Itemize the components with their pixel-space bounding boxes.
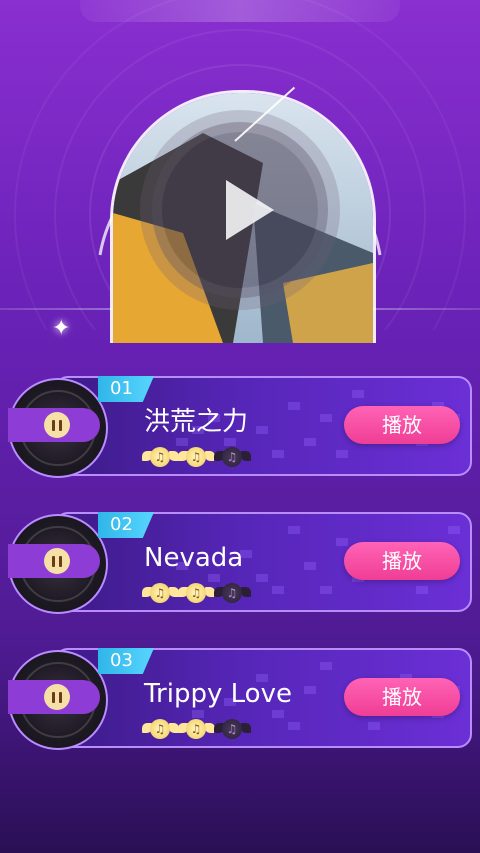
- pause-icon[interactable]: [44, 412, 70, 438]
- play-song-button[interactable]: 播放: [344, 542, 460, 580]
- play-song-button[interactable]: 播放: [344, 406, 460, 444]
- play-button[interactable]: [162, 132, 318, 288]
- star-rating: ♫ ♫ ♫: [142, 582, 251, 606]
- music-note-star-empty-icon: ♫: [214, 582, 251, 604]
- pause-icon[interactable]: [44, 684, 70, 710]
- star-rating: ♫ ♫ ♫: [142, 718, 251, 742]
- song-title: Trippy Love: [144, 679, 292, 709]
- music-note-star-icon: ♫: [142, 446, 179, 468]
- star-rating: ♫ ♫ ♫: [142, 446, 251, 470]
- song-item[interactable]: 01 洪荒之力 ♫ ♫ ♫ 播放: [8, 376, 472, 478]
- music-note-star-icon: ♫: [178, 446, 215, 468]
- song-title: 洪荒之力: [144, 407, 249, 437]
- music-note-star-empty-icon: ♫: [214, 446, 251, 468]
- music-note-star-icon: ♫: [142, 718, 179, 740]
- music-note-star-empty-icon: ♫: [214, 718, 251, 740]
- play-icon: [226, 180, 274, 240]
- song-item[interactable]: 03 Trippy Love ♫ ♫ ♫ 播放: [8, 648, 472, 750]
- song-item[interactable]: 02 Nevada ♫ ♫ ♫ 播放: [8, 512, 472, 614]
- music-note-star-icon: ♫: [178, 582, 215, 604]
- song-title: Nevada: [144, 543, 244, 573]
- play-song-button[interactable]: 播放: [344, 678, 460, 716]
- music-note-star-icon: ♫: [142, 582, 179, 604]
- pause-icon[interactable]: [44, 548, 70, 574]
- sparkle-icon: ✦: [52, 316, 71, 341]
- music-note-star-icon: ♫: [178, 718, 215, 740]
